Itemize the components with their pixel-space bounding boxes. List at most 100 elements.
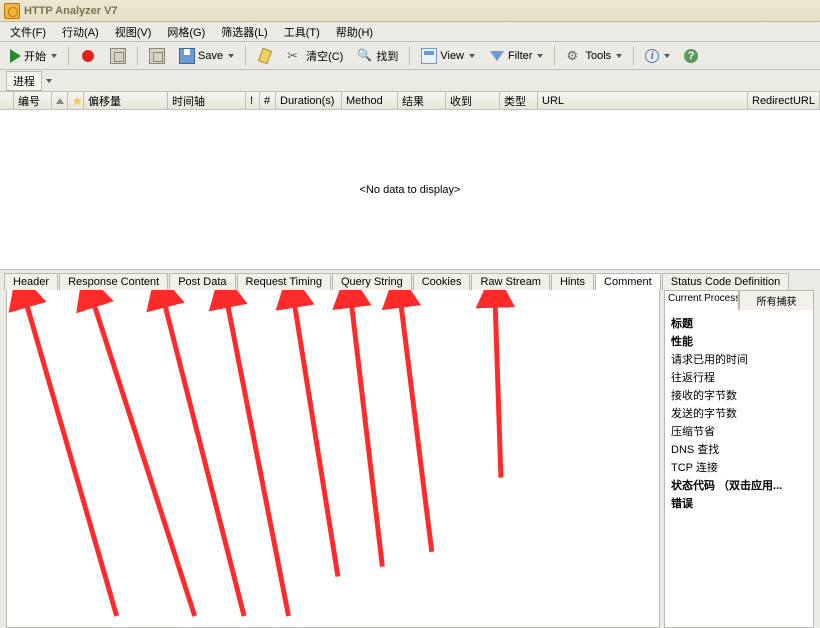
dropdown-icon: [664, 54, 670, 58]
help-button[interactable]: ?: [678, 46, 704, 66]
dropdown-icon[interactable]: [46, 79, 52, 83]
scissor-icon: [287, 48, 303, 64]
tab-raw-stream[interactable]: Raw Stream: [471, 273, 550, 290]
clear-button[interactable]: 清空(C): [281, 45, 349, 67]
view-icon: [421, 48, 437, 64]
record-button[interactable]: [74, 45, 102, 67]
filter-button[interactable]: Filter: [483, 47, 549, 65]
tab-all-captures[interactable]: 所有捕获: [739, 290, 814, 310]
menu-file[interactable]: 文件(F): [2, 22, 54, 42]
tab-status-code[interactable]: Status Code Definition: [662, 273, 789, 290]
dropdown-icon: [537, 54, 543, 58]
dropdown-icon: [228, 54, 234, 58]
annotation-arrows: [7, 290, 659, 624]
filter-label: Filter: [508, 50, 532, 62]
menu-bar: 文件(F) 行动(A) 视图(V) 网格(G) 筛选器(L) 工具(T) 帮助(…: [0, 22, 820, 42]
info-icon: i: [645, 49, 659, 63]
menu-filter[interactable]: 筛选器(L): [213, 22, 275, 42]
play-icon: [10, 49, 21, 63]
lower-panes: Current Process 所有捕获 标题 性能 请求已用的时间 往返行程 …: [0, 290, 820, 628]
app-icon: [4, 3, 20, 19]
summary-roundtrip: 往返行程: [671, 368, 807, 386]
toolbar: 开始 Save 清空(C) 找到 View Filter Tools i: [0, 42, 820, 70]
gear-icon: [566, 48, 582, 64]
help-icon: ?: [684, 49, 698, 63]
col-result[interactable]: 结果: [398, 92, 446, 109]
grid-header: 编号 ★ 偏移量 时间轴 ! # Duration(s) Method 结果 收…: [0, 92, 820, 110]
find-label: 找到: [376, 48, 398, 64]
menu-grid[interactable]: 网格(G): [159, 22, 213, 42]
detail-pane[interactable]: [6, 290, 660, 628]
tab-hints[interactable]: Hints: [551, 273, 594, 290]
col-number[interactable]: 编号: [14, 92, 52, 109]
save-label: Save: [198, 50, 223, 62]
right-panel: Current Process 所有捕获 标题 性能 请求已用的时间 往返行程 …: [664, 290, 814, 628]
col-duration[interactable]: Duration(s): [276, 92, 342, 109]
summary-compress: 压缩节省: [671, 422, 807, 440]
summary-bytes-recv: 接收的字节数: [671, 386, 807, 404]
dropdown-icon: [469, 54, 475, 58]
separator: [137, 46, 138, 66]
folder-icon: [149, 48, 165, 64]
tab-header[interactable]: Header: [4, 273, 58, 290]
menu-action[interactable]: 行动(A): [54, 22, 107, 42]
detail-tabs: Header Response Content Post Data Reques…: [0, 270, 820, 290]
step-button[interactable]: [104, 45, 132, 67]
step-icon: [110, 48, 126, 64]
col-type[interactable]: 类型: [500, 92, 538, 109]
open-button[interactable]: [143, 45, 171, 67]
col-warn[interactable]: !: [246, 92, 260, 109]
col-url[interactable]: URL: [538, 92, 748, 109]
summary-tcp: TCP 连接: [671, 458, 807, 476]
tab-cookies[interactable]: Cookies: [413, 273, 471, 290]
col-received[interactable]: 收到: [446, 92, 500, 109]
separator: [68, 46, 69, 66]
col-star[interactable]: ★: [68, 92, 84, 109]
view-button[interactable]: View: [415, 45, 481, 67]
tools-button[interactable]: Tools: [560, 45, 628, 67]
title-bar: HTTP Analyzer V7: [0, 0, 820, 22]
tab-comment[interactable]: Comment: [595, 273, 661, 290]
process-label[interactable]: 进程: [6, 71, 42, 91]
record-icon: [82, 50, 94, 62]
grid-body: <No data to display>: [0, 110, 820, 270]
start-button[interactable]: 开始: [4, 45, 63, 67]
col-handle[interactable]: [0, 92, 14, 109]
summary-body: 标题 性能 请求已用的时间 往返行程 接收的字节数 发送的字节数 压缩节省 DN…: [664, 310, 814, 628]
info-button[interactable]: i: [639, 46, 676, 66]
col-timeline[interactable]: 时间轴: [168, 92, 246, 109]
tab-current-process[interactable]: Current Process: [664, 290, 739, 310]
process-filter-row: 进程: [0, 70, 820, 92]
highlight-button[interactable]: [251, 45, 279, 67]
start-label: 开始: [24, 48, 46, 64]
separator: [554, 46, 555, 66]
col-method[interactable]: Method: [342, 92, 398, 109]
menu-view[interactable]: 视图(V): [107, 22, 160, 42]
tab-query-string[interactable]: Query String: [332, 273, 412, 290]
summary-status: 状态代码 （双击应用...: [671, 476, 807, 494]
clear-label: 清空(C): [306, 48, 343, 64]
no-data-text: <No data to display>: [360, 184, 461, 196]
filter-icon: [490, 51, 504, 61]
col-offset[interactable]: 偏移量: [84, 92, 168, 109]
summary-req-time: 请求已用的时间: [671, 350, 807, 368]
tab-request-timing[interactable]: Request Timing: [237, 273, 331, 290]
dropdown-icon: [616, 54, 622, 58]
find-button[interactable]: 找到: [351, 45, 404, 67]
separator: [633, 46, 634, 66]
tab-response-content[interactable]: Response Content: [59, 273, 168, 290]
separator: [245, 46, 246, 66]
summary-dns: DNS 查找: [671, 440, 807, 458]
highlight-icon: [258, 47, 272, 64]
col-redirect[interactable]: RedirectURL: [748, 92, 820, 109]
menu-tools[interactable]: 工具(T): [276, 22, 328, 42]
menu-help[interactable]: 帮助(H): [328, 22, 381, 42]
summary-bytes-sent: 发送的字节数: [671, 404, 807, 422]
tab-post-data[interactable]: Post Data: [169, 273, 235, 290]
save-button[interactable]: Save: [173, 45, 240, 67]
search-icon: [357, 48, 373, 64]
dropdown-icon: [51, 54, 57, 58]
star-icon: ★: [72, 94, 83, 108]
col-hash[interactable]: #: [260, 92, 276, 109]
col-sort[interactable]: [52, 92, 68, 109]
